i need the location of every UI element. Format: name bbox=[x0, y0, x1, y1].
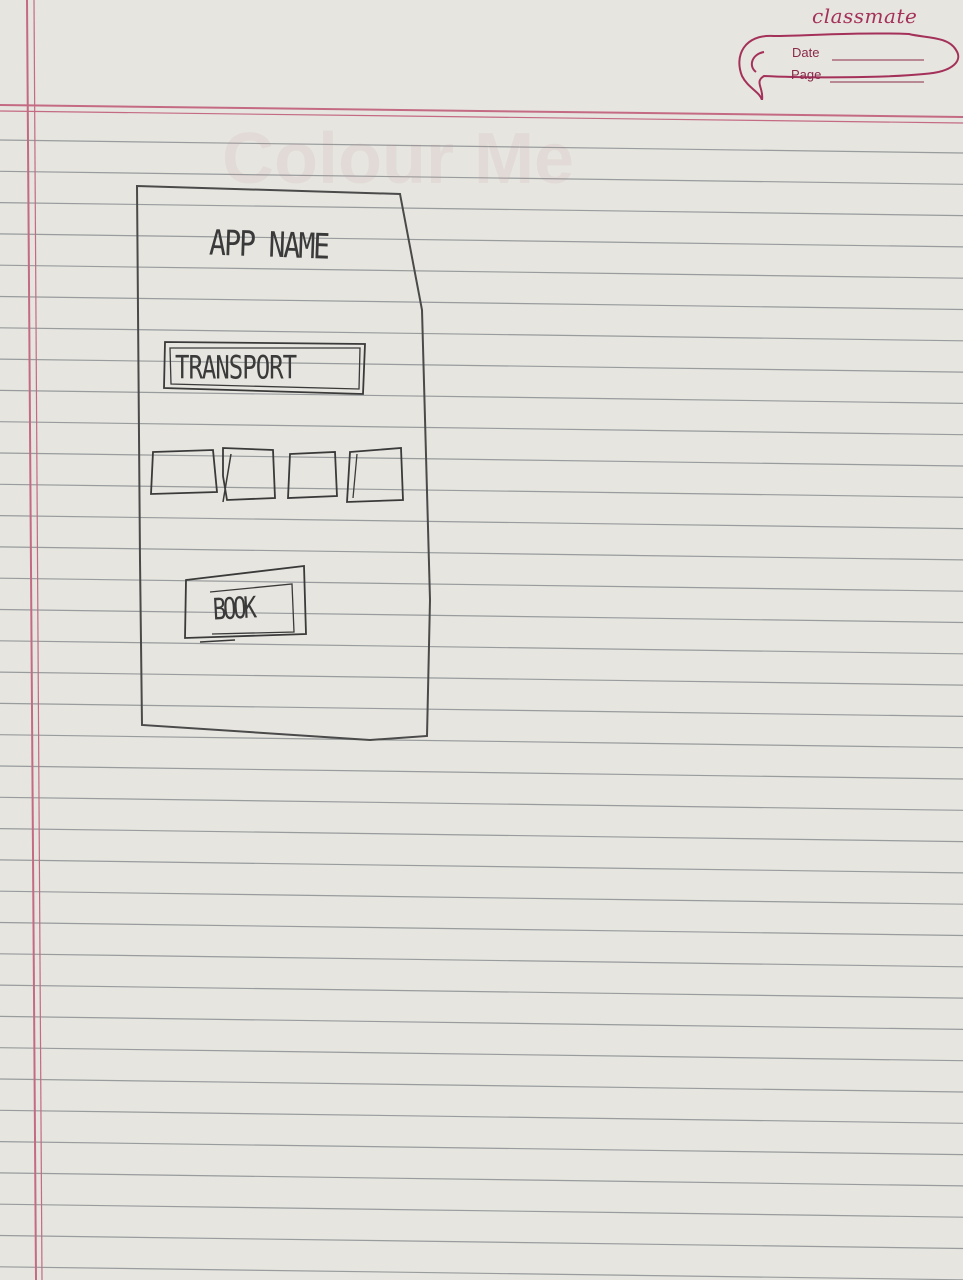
ruled-line bbox=[0, 828, 963, 843]
ruled-line bbox=[0, 765, 963, 780]
page-label: Page bbox=[791, 67, 822, 82]
ruled-line bbox=[0, 1109, 963, 1124]
ruled-line bbox=[0, 796, 963, 811]
transport-option-2[interactable] bbox=[223, 448, 276, 500]
ruled-line bbox=[0, 1015, 963, 1030]
ruled-line bbox=[0, 953, 963, 968]
ruled-line bbox=[0, 1266, 963, 1280]
ruled-line bbox=[0, 984, 963, 999]
ruled-line bbox=[0, 1234, 963, 1250]
ruled-line bbox=[0, 1047, 963, 1062]
ruled-line bbox=[0, 890, 963, 905]
book-button[interactable] bbox=[184, 566, 308, 642]
date-page-scroll-icon bbox=[738, 32, 960, 101]
brand-logo: classmate bbox=[812, 4, 918, 28]
app-name-title: APP NAME bbox=[208, 222, 329, 268]
ruled-line bbox=[0, 1078, 963, 1093]
ruled-line bbox=[0, 1172, 963, 1187]
date-label: Date bbox=[792, 45, 820, 60]
transport-option-3[interactable] bbox=[288, 452, 336, 498]
transport-selector[interactable] bbox=[164, 340, 368, 396]
ruled-line bbox=[0, 859, 963, 874]
transport-option-1[interactable] bbox=[150, 450, 218, 496]
ruled-line bbox=[0, 1203, 963, 1218]
ruled-line bbox=[0, 1141, 963, 1156]
ruled-line bbox=[0, 921, 963, 937]
date-page-box: Date Page bbox=[734, 30, 963, 101]
transport-option-4[interactable] bbox=[347, 448, 403, 502]
